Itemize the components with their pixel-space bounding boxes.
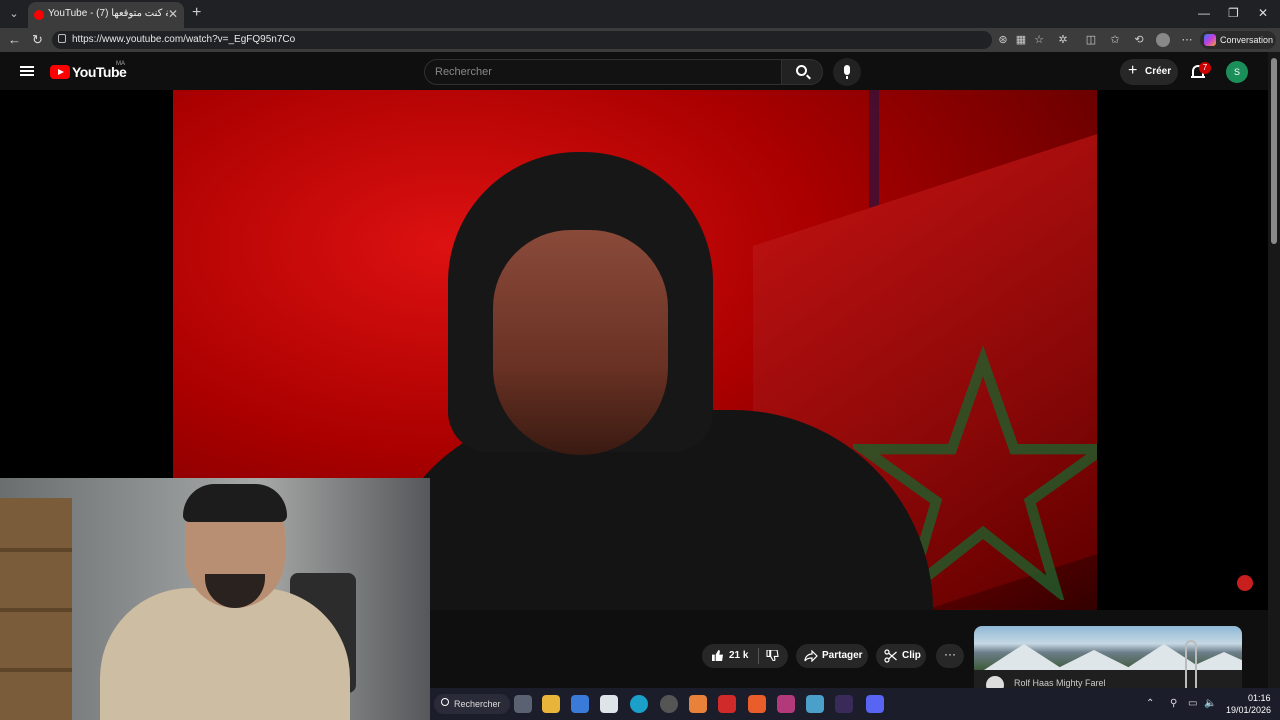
like-dislike-group: 21 k — [702, 644, 788, 668]
close-window-button[interactable]: ✕ — [1258, 6, 1268, 20]
back-icon[interactable]: ← — [8, 32, 21, 47]
search-input[interactable] — [424, 59, 782, 85]
thumbs-down-icon[interactable] — [766, 650, 779, 661]
tray-mic-icon[interactable]: ⚲ — [1170, 698, 1177, 709]
store-icon[interactable] — [571, 695, 589, 713]
favorite-star-icon[interactable]: ☆ — [1032, 33, 1046, 47]
create-label: Créer — [1145, 66, 1172, 77]
clip-button[interactable]: Clip — [876, 644, 926, 668]
recording-dot-icon — [1237, 575, 1253, 591]
url-text: https://www.youtube.com/watch?v=_EgFQ95n… — [72, 34, 296, 45]
windows-taskbar: Rechercher ⌃ ⚲ ▭ 🔈 01:16 19/01/2026 — [430, 688, 1280, 720]
clock-time[interactable]: 01:16 — [1248, 693, 1271, 703]
app-icon[interactable]: ▦ — [1014, 33, 1028, 47]
lock-icon — [58, 34, 66, 43]
shelf — [0, 498, 72, 720]
youtube-masthead: YouTube MA + Créer 7 S — [0, 52, 1268, 90]
recommendation-title[interactable]: Rolf Haas Mighty Farel — [1014, 678, 1106, 688]
plus-icon: + — [1128, 62, 1138, 79]
share-button[interactable]: Partager — [796, 644, 868, 668]
youtube-favicon-icon — [34, 10, 44, 20]
url-field[interactable]: https://www.youtube.com/watch?v=_EgFQ95n… — [52, 31, 992, 49]
recommendation-thumbnail[interactable] — [974, 626, 1242, 670]
scrollbar-thumb[interactable] — [1271, 58, 1277, 244]
more-icon[interactable]: ··· — [936, 644, 964, 668]
app-red-icon[interactable] — [718, 695, 736, 713]
tab-youtube[interactable]: YouTube - (7) أخر حاجة كنت متوقعها ✕ — [28, 2, 184, 28]
channel-avatar[interactable] — [986, 676, 1004, 688]
app-next-icon[interactable] — [835, 695, 853, 713]
streamer-body — [100, 588, 350, 720]
conversation-button[interactable]: Conversation — [1200, 31, 1276, 49]
clip-label: Clip — [902, 650, 921, 661]
refresh-icon[interactable]: ↻ — [32, 32, 43, 48]
share-icon — [804, 650, 818, 662]
extensions-icon[interactable]: ✲ — [1056, 33, 1070, 47]
create-button[interactable]: + Créer — [1120, 59, 1178, 85]
streamer-hair — [183, 484, 287, 522]
obs-icon[interactable] — [660, 695, 678, 713]
conversation-label: Conversation — [1220, 35, 1274, 45]
brave-icon[interactable] — [748, 695, 766, 713]
tray-chevron-icon[interactable]: ⌃ — [1146, 698, 1154, 709]
split-screen-icon[interactable]: ◫ — [1084, 33, 1098, 47]
app-orange-icon[interactable] — [689, 695, 707, 713]
tab-close-icon[interactable]: ✕ — [168, 7, 178, 21]
file-explorer-icon[interactable] — [542, 695, 560, 713]
translate-icon[interactable]: ⊛ — [996, 33, 1010, 47]
search-icon — [796, 65, 807, 76]
snipping-icon[interactable] — [600, 695, 618, 713]
microphone-icon — [844, 65, 850, 75]
new-tab-button[interactable]: + — [192, 4, 201, 22]
maximize-button[interactable]: ❐ — [1228, 6, 1239, 20]
search-icon — [441, 698, 449, 706]
favorites-icon[interactable]: ✩ — [1108, 33, 1122, 47]
thumbs-up-icon[interactable] — [711, 650, 724, 661]
task-view-icon[interactable] — [514, 695, 532, 713]
tab-title: YouTube - (7) أخر حاجة كنت متوقعها — [48, 8, 168, 19]
notification-badge: 7 — [1199, 62, 1211, 74]
scissors-icon — [884, 649, 897, 663]
taskbar-search-label: Rechercher — [454, 699, 501, 709]
copilot-icon — [1204, 34, 1216, 46]
taskbar-search[interactable]: Rechercher — [434, 694, 510, 714]
hamburger-icon[interactable] — [20, 66, 34, 76]
region-code: MA — [116, 61, 125, 67]
discord-icon[interactable] — [866, 695, 884, 713]
profile-icon[interactable] — [1156, 33, 1170, 47]
clock-date[interactable]: 19/01/2026 — [1226, 705, 1271, 715]
voice-search-button[interactable] — [833, 58, 861, 86]
address-bar-row: ← ↻ https://www.youtube.com/watch?v=_EgF… — [0, 28, 1280, 52]
page-scrollbar[interactable] — [1268, 52, 1280, 688]
share-label: Partager — [822, 650, 863, 661]
settings-more-icon[interactable]: ⋯ — [1180, 33, 1194, 47]
app-blue-icon[interactable] — [806, 695, 824, 713]
app-purple-icon[interactable] — [777, 695, 795, 713]
recommendation-card[interactable]: Rolf Haas Mighty Farel — [974, 626, 1242, 688]
network-icon[interactable]: ▭ — [1188, 698, 1197, 709]
history-icon[interactable]: ⟲ — [1132, 33, 1146, 47]
edge-icon[interactable] — [630, 695, 648, 713]
minimize-button[interactable]: — — [1198, 6, 1210, 20]
avatar[interactable]: S — [1226, 61, 1248, 83]
presenter-face — [493, 230, 668, 455]
volume-icon[interactable]: 🔈 — [1204, 698, 1216, 709]
like-count[interactable]: 21 k — [729, 650, 748, 661]
webcam-overlay — [0, 478, 430, 720]
search-button[interactable] — [781, 59, 823, 85]
youtube-logo-icon[interactable] — [50, 65, 70, 79]
tab-list-icon[interactable]: ⌄ — [4, 4, 24, 24]
browser-tab-bar: ⌄ YouTube - (7) أخر حاجة كنت متوقعها ✕ +… — [0, 0, 1280, 28]
